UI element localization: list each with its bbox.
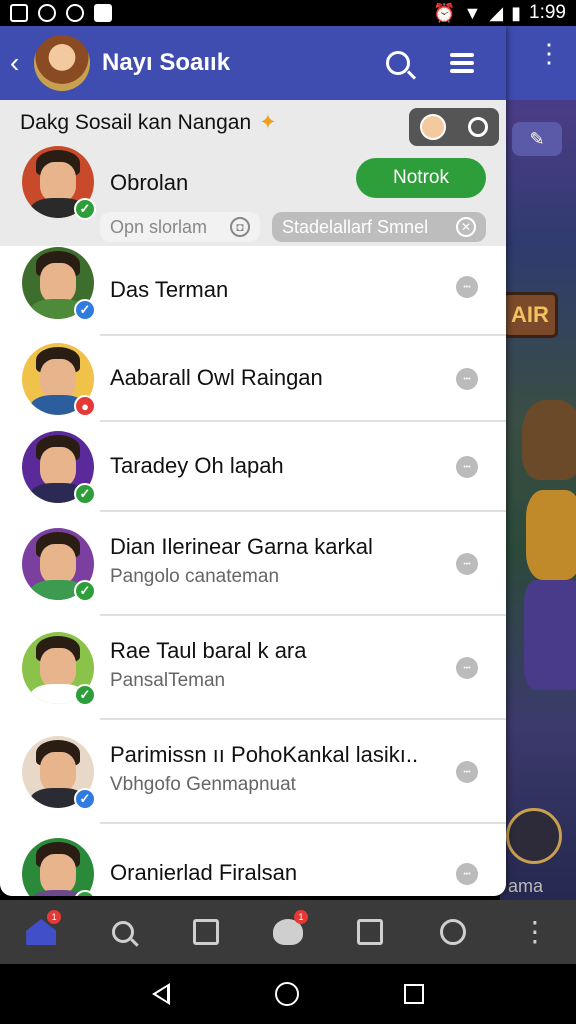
- contact-name: Taradey Oh lapah: [110, 453, 284, 478]
- avatar[interactable]: ✓: [22, 528, 96, 602]
- verified-status-icon: ✓: [74, 788, 96, 810]
- app-logo: [34, 35, 90, 91]
- more-options-icon[interactable]: •••: [456, 657, 478, 679]
- game-player-label: ama: [508, 876, 544, 896]
- bottom-nav: 1 1 ⋮: [0, 900, 576, 964]
- status-bar: ⏰ ▼ ◢ ▮ 1:99: [0, 0, 576, 26]
- contact-row[interactable]: ✓ Parimissn ıı PohoKankal lasikı.. Vbhgofo…: [0, 720, 506, 824]
- profile-icon[interactable]: [420, 114, 446, 140]
- menu-icon[interactable]: [450, 53, 474, 73]
- game-more-icon[interactable]: ⋮: [536, 40, 562, 78]
- verified-status-icon: ✓: [74, 299, 96, 321]
- busy-status-icon: ●: [74, 395, 96, 417]
- contact-subtitle: Pangolo canateman: [110, 566, 280, 587]
- edit-icon: [357, 919, 384, 945]
- more-options-icon[interactable]: •••: [456, 276, 478, 298]
- card-toolbar: [409, 108, 499, 146]
- search-icon: [112, 921, 135, 943]
- online-status-icon: ✓: [74, 483, 96, 505]
- notification-icon: [94, 4, 112, 22]
- gallery-icon: [10, 4, 28, 22]
- contact-row[interactable]: ✓ Rae Taul baral k ara PansalTeman •••: [0, 616, 506, 720]
- nav-edit[interactable]: [350, 912, 390, 952]
- sparkle-icon: ✦: [259, 111, 277, 134]
- nav-circle[interactable]: [433, 912, 473, 952]
- circle-icon: [439, 919, 466, 945]
- more-options-icon[interactable]: •••: [456, 761, 478, 783]
- shield-icon: [66, 4, 84, 22]
- contact-row[interactable]: ● Aabarall Owl Raingan •••: [0, 336, 506, 422]
- contact-row[interactable]: ✓ Dian Ilerinear Garna karkal Pangolo cana…: [0, 512, 506, 616]
- online-status-icon: ✓: [74, 684, 96, 706]
- nav-notifications[interactable]: 1: [268, 910, 308, 952]
- nav-home[interactable]: 1: [21, 910, 62, 952]
- close-icon[interactable]: ✕: [456, 217, 476, 237]
- online-status-icon: ✓: [74, 580, 96, 602]
- nav-search[interactable]: [103, 912, 143, 952]
- featured-avatar[interactable]: ✓: [22, 146, 96, 220]
- notification-badge: 1: [293, 910, 308, 924]
- avatar[interactable]: ✓: [22, 736, 96, 810]
- featured-name: Obrolan: [110, 170, 189, 195]
- status-pill[interactable]: Stadelallarf Smnel ✕: [272, 212, 486, 242]
- home-button-icon[interactable]: [274, 982, 299, 1006]
- social-drawer: ‹ Nayı Soaıık Dakg Sosail kan Nangan ✦ ✓: [0, 26, 506, 896]
- section-title-text: Dakg Sosail kan Nangan: [20, 111, 252, 134]
- contact-name: Aabarall Owl Raingan: [110, 365, 323, 390]
- open-chat-pill[interactable]: Opn slorlam ◘: [100, 212, 260, 242]
- back-icon[interactable]: [152, 983, 171, 1005]
- contact-name: Parimissn ıı PohoKankal lasikı..: [110, 742, 419, 767]
- more-options-icon[interactable]: •••: [456, 863, 478, 885]
- contact-row[interactable]: ✓ Das Terman •••: [0, 246, 506, 336]
- action-button[interactable]: Notrok: [356, 158, 486, 198]
- back-arrow-icon[interactable]: ‹: [10, 49, 34, 77]
- contact-subtitle: PansalTeman: [110, 670, 226, 691]
- search-icon[interactable]: [386, 51, 410, 75]
- more-options-icon[interactable]: •••: [456, 553, 478, 575]
- avatar[interactable]: ✓: [22, 247, 96, 321]
- contact-name: Rae Taul baral k ara: [110, 638, 307, 663]
- recents-icon[interactable]: [403, 984, 424, 1004]
- contact-list: ✓ Das Terman ••• ● Aabarall Owl Raingan ••• ✓ T…: [0, 246, 506, 896]
- home-badge: 1: [47, 910, 62, 924]
- more-options-icon[interactable]: •••: [456, 456, 478, 478]
- checklist-icon: [192, 919, 219, 945]
- more-options-icon[interactable]: •••: [456, 368, 478, 390]
- signal-icon: ◢: [489, 2, 504, 23]
- open-chat-label: Opn slorlam: [110, 216, 208, 237]
- avatar[interactable]: ✓: [22, 838, 96, 896]
- battery-icon: ▮: [511, 2, 522, 23]
- game-character: [516, 360, 576, 720]
- game-badge-icon[interactable]: ✎: [512, 122, 562, 156]
- clock: 1:99: [529, 2, 566, 23]
- wifi-icon: ▼: [463, 2, 482, 23]
- avatar[interactable]: ●: [22, 343, 96, 417]
- nav-more[interactable]: ⋮: [515, 912, 555, 952]
- avatar[interactable]: ✓: [22, 632, 96, 706]
- avatar[interactable]: ✓: [22, 431, 96, 505]
- nav-tasks[interactable]: [186, 912, 226, 952]
- status-pill-label: Stadelallarf Smnel: [282, 216, 429, 237]
- phone-screen: ⏰ ▼ ◢ ▮ 1:99 ⋮ ✎ AIR ama ‹ Nayı Soaıık D…: [0, 0, 576, 1024]
- featured-card: Dakg Sosail kan Nangan ✦ ✓ Obrolan Notrok…: [0, 100, 506, 246]
- game-sign: AIR: [502, 292, 558, 338]
- drawer-header: ‹ Nayı Soaıık: [0, 26, 506, 100]
- contact-subtitle: Vbhgofo Genmapnuat: [110, 774, 296, 795]
- contact-name: Oranierlad Firalsan: [110, 860, 298, 885]
- alarm-icon: ⏰: [433, 2, 456, 23]
- app-title: Nayı Soaıık: [102, 49, 231, 76]
- sync-icon: [38, 4, 56, 22]
- card-search-icon[interactable]: [468, 117, 488, 137]
- more-icon: ⋮: [520, 916, 549, 947]
- contact-name: Dian Ilerinear Garna karkal: [110, 534, 373, 559]
- camera-icon: ◘: [230, 217, 250, 237]
- system-nav: [0, 964, 576, 1024]
- section-title: Dakg Sosail kan Nangan ✦: [20, 110, 277, 135]
- game-player-avatar[interactable]: [506, 808, 562, 864]
- online-status-icon: ✓: [74, 198, 96, 220]
- contact-row[interactable]: ✓ Oranierlad Firalsan •••: [0, 824, 506, 896]
- contact-row[interactable]: ✓ Taradey Oh lapah •••: [0, 422, 506, 512]
- contact-name: Das Terman: [110, 277, 229, 302]
